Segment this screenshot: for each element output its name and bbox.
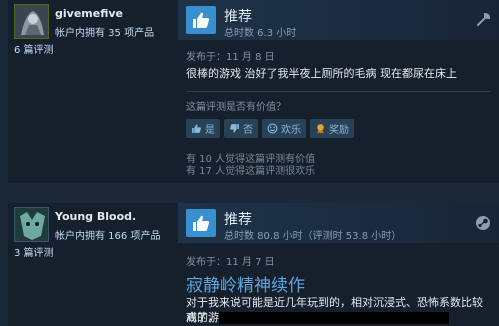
redacted-text (219, 312, 449, 324)
author-name[interactable]: Young Blood. (55, 210, 136, 223)
playtime-hours: 总时数 6.3 小时 (224, 28, 297, 39)
award-icon (317, 124, 324, 134)
wrench-icon[interactable] (475, 12, 491, 28)
award-button[interactable]: 奖励 (310, 119, 354, 138)
funny-count: 有 17 人觉得这篇评测很欢乐 (186, 166, 316, 177)
review-header[interactable]: 推荐 总时数 80.8 小时（评测时 53.8 小时） (178, 203, 499, 243)
avatar[interactable] (14, 207, 49, 242)
thumbs-down-icon (230, 124, 239, 133)
vote-no-button[interactable]: 否 (224, 119, 258, 138)
posted-date: 发布于：11 月 7 日 (186, 257, 275, 268)
thumbs-up-icon (186, 6, 216, 34)
recommendation-title[interactable]: 推荐 (224, 6, 252, 26)
author-reviews-count[interactable]: 6 篇评测 (14, 41, 54, 56)
award-label: 奖励 (329, 125, 349, 136)
thumbs-up-icon (186, 209, 216, 237)
review-card: Young Blood. 帐户内拥有 166 项产品 3 篇评测 推荐 总时数 … (8, 203, 499, 326)
author-products-count[interactable]: 帐户内拥有 35 项产品 (55, 24, 154, 39)
vote-yes-button[interactable]: 是 (186, 119, 220, 138)
review-title: 寂静岭精神续作 (186, 276, 305, 296)
review-card: givemefive 帐户内拥有 35 项产品 6 篇评测 推荐 总时数 6.3… (8, 0, 499, 183)
smiley-icon (267, 123, 278, 134)
recommendation-title[interactable]: 推荐 (224, 209, 252, 229)
author-reviews-count[interactable]: 3 篇评测 (14, 244, 54, 259)
vote-yes-label: 是 (205, 125, 215, 136)
review-content-line2: 戏了， (186, 310, 491, 325)
vote-no-label: 否 (243, 125, 253, 136)
thumbs-up-icon (192, 124, 201, 133)
playtime-hours: 总时数 80.8 小时（评测时 53.8 小时） (224, 231, 402, 242)
review-header[interactable]: 推荐 总时数 6.3 小时 (178, 0, 499, 40)
steam-icon[interactable] (475, 215, 491, 231)
review-content-line2-text: 戏了， (186, 311, 219, 324)
review-content: 很棒的游戏 治好了我半夜上厕所的毛病 现在都尿在床上 (186, 67, 457, 80)
vote-buttons: 是 否 欢乐 奖励 (186, 119, 354, 138)
divider (186, 91, 491, 92)
author-name[interactable]: givemefive (55, 7, 123, 20)
avatar[interactable] (14, 4, 49, 39)
vote-funny-label: 欢乐 (281, 125, 301, 136)
author-products-count[interactable]: 帐户内拥有 166 项产品 (55, 227, 160, 242)
posted-date: 发布于：11 月 8 日 (186, 52, 275, 63)
vote-funny-button[interactable]: 欢乐 (262, 119, 306, 138)
helpful-question: 这篇评测是否有价值？ (186, 102, 286, 113)
